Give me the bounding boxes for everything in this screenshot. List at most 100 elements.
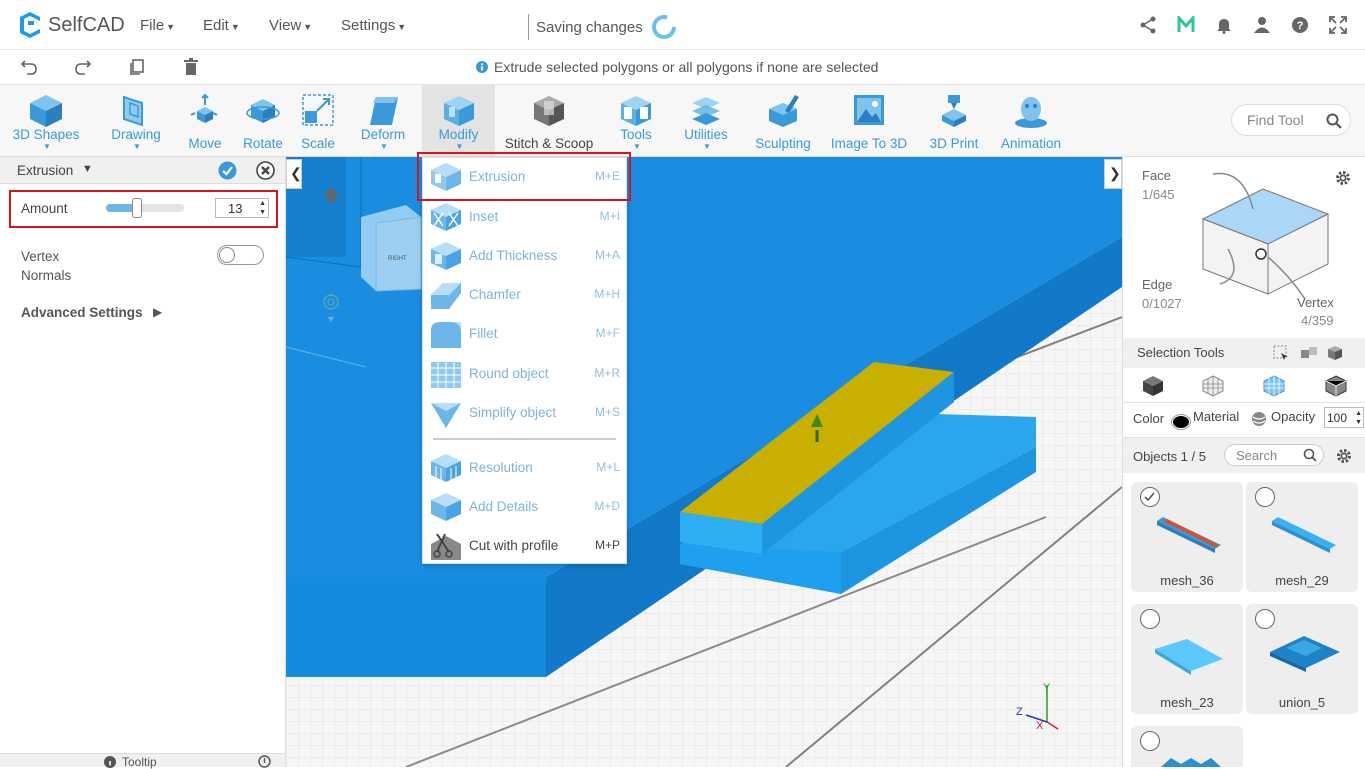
add-thickness-icon <box>431 242 461 270</box>
object-card[interactable]: mesh_36 <box>1131 482 1243 592</box>
amount-input[interactable]: 13 ▲ ▼ <box>215 198 269 218</box>
stepper-arrows-icon[interactable]: ▲ ▼ <box>1355 409 1362 427</box>
menu-item-simplify-object[interactable]: Simplify object M+S <box>423 394 626 430</box>
undo-icon[interactable] <box>20 58 38 76</box>
apply-check-icon[interactable] <box>218 161 237 180</box>
opacity-value: 100 <box>1327 411 1348 425</box>
m-brand-icon[interactable] <box>1177 16 1195 34</box>
search-icon[interactable] <box>1303 448 1317 462</box>
object-checkbox[interactable] <box>1140 609 1160 629</box>
objects-search-input[interactable]: Search <box>1224 444 1324 466</box>
menu-view[interactable]: View ▼ <box>269 17 312 34</box>
chevron-down-icon: ▼ <box>230 22 240 32</box>
redo-icon[interactable] <box>74 58 92 76</box>
objects-header: Objects 1 / 5 Search <box>1123 437 1365 473</box>
tooltip-bar[interactable]: Tooltip <box>0 753 285 769</box>
find-tool-input[interactable]: Find Tool <box>1231 104 1351 136</box>
bell-icon[interactable] <box>1215 16 1233 34</box>
properties-bar: Color Material Opacity 100 ▲ ▼ <box>1123 403 1365 435</box>
color-swatch[interactable] <box>1172 415 1190 429</box>
trash-icon[interactable] <box>182 58 200 76</box>
menu-file-label: File <box>140 17 165 34</box>
tool-scale[interactable]: Scale <box>296 85 340 157</box>
find-tool-placeholder: Find Tool <box>1247 112 1304 128</box>
opacity-input[interactable]: 100 ▲ ▼ <box>1324 407 1364 428</box>
menu-item-chamfer[interactable]: Chamfer M+H <box>423 276 626 312</box>
menu-item-inset[interactable]: Inset M+I <box>423 198 626 234</box>
tool-drawing[interactable]: Drawing ▼ <box>102 85 170 157</box>
tool-rotate[interactable]: Rotate <box>238 85 288 157</box>
select-solid-icon[interactable] <box>1327 345 1343 361</box>
round-object-icon <box>431 362 461 388</box>
image-icon <box>854 95 884 125</box>
object-card[interactable]: mesh_23 <box>1131 604 1243 714</box>
tool-utilities[interactable]: Utilities ▼ <box>674 85 738 157</box>
select-box-icon[interactable] <box>1273 345 1289 361</box>
object-checkbox[interactable] <box>1140 487 1160 507</box>
material-sphere-icon[interactable] <box>1251 411 1267 427</box>
caret-down-icon[interactable]: ▼ <box>82 163 93 175</box>
saving-status: Saving changes <box>528 14 677 40</box>
menu-edit[interactable]: Edit ▼ <box>203 17 240 34</box>
tool-move[interactable]: Move <box>182 85 228 157</box>
tooltip-toggle-icon[interactable] <box>258 755 271 768</box>
menu-item-label: Fillet <box>469 325 498 341</box>
saving-text: Saving changes <box>536 18 643 36</box>
menu-item-round-object[interactable]: Round object M+R <box>423 355 626 391</box>
tool-modify[interactable]: Modify ▼ <box>422 85 495 157</box>
tool-image-to-3d[interactable]: Image To 3D <box>826 85 912 157</box>
tool-3d-print[interactable]: 3D Print <box>924 85 984 157</box>
select-cubes-icon[interactable] <box>1300 345 1318 361</box>
object-checkbox[interactable] <box>1140 731 1160 751</box>
tool-label: Tools <box>620 127 652 142</box>
stepper-arrows-icon[interactable]: ▲ ▼ <box>259 199 266 217</box>
tool-deform[interactable]: Deform ▼ <box>352 85 414 157</box>
advanced-settings-label[interactable]: Advanced Settings <box>21 305 143 320</box>
vertex-normals-toggle[interactable] <box>217 245 264 265</box>
menu-item-add-details[interactable]: Add Details M+D <box>423 488 626 524</box>
object-mode-icon[interactable] <box>1141 374 1165 398</box>
menu-item-fillet[interactable]: Fillet M+F <box>423 315 626 351</box>
gear-icon[interactable] <box>1335 447 1353 465</box>
menu-item-label: Chamfer <box>469 286 521 302</box>
search-icon[interactable] <box>1326 113 1342 129</box>
view-cube[interactable]: RIGHT <box>361 205 422 292</box>
edge-mode-icon[interactable] <box>1324 374 1348 398</box>
close-icon[interactable] <box>256 161 275 180</box>
amount-slider[interactable] <box>106 198 184 218</box>
selection-mode-cube[interactable] <box>1183 169 1343 299</box>
menu-item-add-thickness[interactable]: Add Thickness M+A <box>423 237 626 273</box>
tool-sculpting[interactable]: Sculpting <box>750 85 816 157</box>
expand-arrow-icon[interactable]: ▶ <box>153 305 162 319</box>
share-icon[interactable] <box>1139 16 1157 34</box>
collapse-right-panel-button[interactable]: ❯ <box>1104 159 1122 189</box>
tool-label: Drawing <box>111 127 161 142</box>
user-icon[interactable] <box>1253 16 1271 34</box>
menu-file[interactable]: File ▼ <box>140 17 175 34</box>
animation-icon <box>1015 97 1047 128</box>
object-card[interactable] <box>1131 726 1243 767</box>
vertex-mode-icon[interactable] <box>1201 374 1225 398</box>
tool-3d-shapes[interactable]: 3D Shapes ▼ <box>4 85 88 157</box>
object-card[interactable]: mesh_29 <box>1246 482 1358 592</box>
menu-item-shortcut: M+S <box>594 405 620 419</box>
amount-slider-handle[interactable] <box>132 198 143 218</box>
menu-item-resolution[interactable]: Resolution M+L <box>423 449 626 485</box>
object-checkbox[interactable] <box>1255 487 1275 507</box>
menu-item-cut-with-profile[interactable]: Cut with profile M+P <box>423 527 626 563</box>
fullscreen-icon[interactable] <box>1329 16 1347 34</box>
tool-stitch-scoop[interactable]: Stitch & Scoop <box>500 85 598 157</box>
add-details-icon <box>431 493 461 521</box>
collapse-left-panel-button[interactable]: ❮ <box>286 159 302 189</box>
tool-animation[interactable]: Animation <box>994 85 1068 157</box>
help-icon[interactable]: ? <box>1291 16 1309 34</box>
copy-icon[interactable] <box>128 58 146 76</box>
tool-tools[interactable]: Tools ▼ <box>610 85 662 157</box>
menu-settings[interactable]: Settings ▼ <box>341 17 406 34</box>
3d-viewport[interactable]: RIGHT Y Z X ❮ ❯ <box>286 157 1122 767</box>
scene-canvas[interactable]: RIGHT Y Z X <box>286 157 1122 767</box>
face-mode-icon[interactable] <box>1262 374 1286 398</box>
object-card[interactable]: union_5 <box>1246 604 1358 714</box>
axis-y-label: Y <box>1043 682 1051 694</box>
cut-with-profile-icon <box>431 533 461 560</box>
